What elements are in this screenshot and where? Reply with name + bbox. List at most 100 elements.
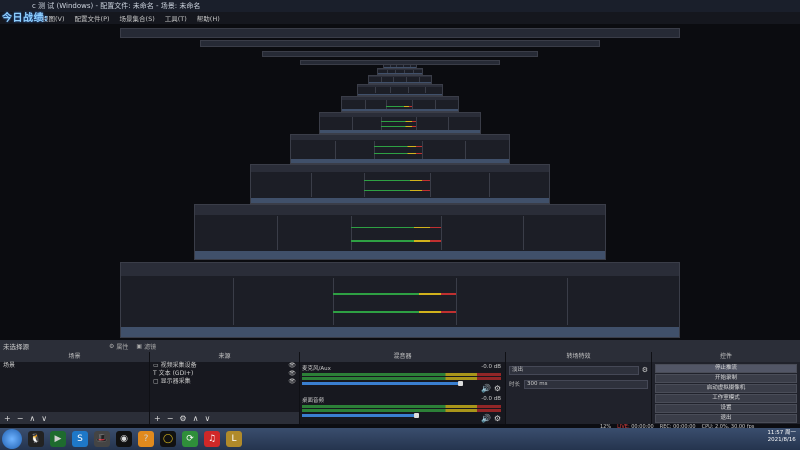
mixer-channel-mic: 麦克风/Aux -0.0 dB	[302, 364, 501, 386]
gear-icon[interactable]: ⚙	[642, 366, 648, 374]
gear-icon: ⚙	[109, 342, 115, 350]
text-icon: T	[153, 370, 157, 377]
menu-profile[interactable]: 配置文件(P)	[75, 13, 110, 23]
nested-preview-frame	[357, 84, 443, 96]
exit-button[interactable]: 退出	[655, 414, 797, 423]
nested-preview-frame	[377, 68, 423, 75]
down-icon[interactable]: ∨	[41, 414, 47, 423]
level-meter	[302, 373, 501, 376]
nested-preview-frame	[319, 112, 481, 134]
source-item[interactable]: T 文本 (GDI+) 👁	[150, 370, 299, 378]
sources-panel: 来源 ▭ 视频采集设备 👁 T 文本 (GDI+) 👁 ▢ 显示器采集 👁 + − ⚙ ∧ …	[150, 352, 300, 424]
preview-canvas[interactable]	[0, 24, 800, 340]
level-meter	[302, 377, 501, 380]
nested-preview-frame	[194, 204, 606, 260]
taskbar: 🐧 ▶ S 🎩 ◉ ? ◯ ⟳ ♫ L	[0, 428, 800, 450]
folder-icon[interactable]: ?	[138, 431, 154, 447]
nested-menu-echo	[200, 40, 600, 47]
level-meter	[302, 405, 501, 408]
clock-date: 2021/8/16	[767, 437, 796, 443]
channel-db: -0.0 dB	[481, 396, 501, 402]
scene-item[interactable]: 场景	[0, 362, 149, 370]
mixer-body: 麦克风/Aux -0.0 dB 桌面音频 -0.0 dB 🔊 ⚙ 🔊 ⚙	[300, 362, 505, 424]
start-recording-button[interactable]: 开始录制	[655, 374, 797, 383]
remove-icon[interactable]: −	[167, 414, 174, 423]
ring-icon[interactable]: ◯	[160, 431, 176, 447]
volume-slider[interactable]	[302, 381, 464, 386]
sources-footer: + − ⚙ ∧ ∨	[150, 412, 299, 424]
level-meter	[302, 409, 501, 412]
channel-db: -0.0 dB	[481, 364, 501, 370]
clock-time: 11:57 周一	[767, 430, 796, 436]
eye-icon[interactable]: 👁	[288, 378, 299, 386]
scenes-panel: 场景 场景 + − ∧ ∨	[0, 352, 150, 424]
menu-tools[interactable]: 工具(T)	[165, 13, 187, 23]
music-icon[interactable]: ♫	[204, 431, 220, 447]
monitor-icon: ▢	[153, 378, 159, 385]
mixer-header: 混音器	[300, 352, 505, 362]
remove-icon[interactable]: −	[17, 414, 24, 423]
nested-menu-echo	[300, 60, 500, 65]
nested-preview-frame	[341, 96, 459, 112]
controls-header: 控件	[652, 352, 800, 362]
controls-body: 停止推流 开始录制 启动虚拟摄像机 工作室模式 设置 退出	[652, 362, 800, 424]
nested-preview-frame	[250, 164, 550, 204]
menu-scene-collection[interactable]: 场景集合(S)	[120, 13, 155, 23]
menu-bar: 视图(V) 配置文件(P) 场景集合(S) 工具(T) 帮助(H)	[0, 12, 800, 24]
stop-streaming-button[interactable]: 停止推流	[655, 364, 797, 373]
transition-select[interactable]: 淡出	[509, 365, 639, 375]
add-icon[interactable]: +	[154, 414, 161, 423]
window-titlebar: c 测 试 (Windows) - 配置文件: 未命名 - 场景: 未命名	[0, 0, 800, 12]
controls-panel: 控件 停止推流 开始录制 启动虚拟摄像机 工作室模式 设置 退出	[652, 352, 800, 424]
game-icon[interactable]: 🎩	[94, 431, 110, 447]
eye-icon[interactable]: 👁	[288, 362, 299, 370]
nested-preview-frame	[120, 262, 680, 338]
nested-preview-frame	[368, 75, 432, 84]
gear-icon[interactable]: ⚙	[494, 384, 501, 393]
nested-preview-frame	[290, 134, 510, 164]
menu-help[interactable]: 帮助(H)	[197, 13, 220, 23]
channel-name: 麦克风/Aux	[302, 366, 331, 372]
nested-menu-echo	[120, 28, 680, 38]
studio-mode-button[interactable]: 工作室模式	[655, 394, 797, 403]
source-item[interactable]: ▭ 视频采集设备 👁	[150, 362, 299, 370]
up-icon[interactable]: ∧	[29, 414, 35, 423]
obs-icon[interactable]: ◉	[116, 431, 132, 447]
source-item[interactable]: ▢ 显示器采集 👁	[150, 378, 299, 386]
browser-icon[interactable]: ▶	[50, 431, 66, 447]
virtual-camera-button[interactable]: 启动虚拟摄像机	[655, 384, 797, 393]
overlay-logo-text: 今日战绩:	[2, 13, 49, 24]
transitions-panel: 转场特效 淡出 ⚙ 时长 300 ms	[506, 352, 652, 424]
league-icon[interactable]: L	[226, 431, 242, 447]
nested-menu-echo	[262, 51, 538, 57]
up-icon[interactable]: ∧	[193, 414, 199, 423]
volume-slider[interactable]	[302, 413, 420, 418]
sources-list: ▭ 视频采集设备 👁 T 文本 (GDI+) 👁 ▢ 显示器采集 👁	[150, 362, 299, 412]
mixer-channel-desktop: 桌面音频 -0.0 dB	[302, 396, 501, 418]
gear-icon[interactable]: ⚙	[494, 414, 501, 423]
search-icon[interactable]: S	[72, 431, 88, 447]
filter-icon: ▣	[136, 342, 143, 350]
sources-header: 来源	[150, 352, 299, 362]
scenes-header: 场景	[0, 352, 149, 362]
transitions-header: 转场特效	[506, 352, 651, 362]
filters-button[interactable]: ▣ 滤镜	[136, 342, 156, 351]
eye-icon[interactable]: 👁	[288, 370, 299, 378]
app-icon[interactable]: ⟳	[182, 431, 198, 447]
properties-button[interactable]: ⚙ 属性	[109, 342, 128, 351]
volume-slider-handle[interactable]	[414, 413, 420, 418]
duration-input[interactable]: 300 ms	[524, 379, 648, 389]
gear-icon[interactable]: ⚙	[179, 414, 186, 423]
start-button[interactable]	[2, 429, 22, 449]
qq-icon[interactable]: 🐧	[28, 431, 44, 447]
selected-source-name: 未选择源	[3, 343, 29, 351]
speaker-icon[interactable]: 🔊	[481, 384, 491, 393]
settings-button[interactable]: 设置	[655, 404, 797, 413]
speaker-icon[interactable]: 🔊	[481, 414, 491, 423]
duration-label: 时长	[509, 382, 521, 388]
source-toolbar: 未选择源 ⚙ 属性 ▣ 滤镜	[0, 340, 800, 352]
volume-slider-handle[interactable]	[458, 381, 464, 386]
scenes-footer: + − ∧ ∨	[0, 412, 149, 424]
down-icon[interactable]: ∨	[204, 414, 210, 423]
add-icon[interactable]: +	[4, 414, 11, 423]
